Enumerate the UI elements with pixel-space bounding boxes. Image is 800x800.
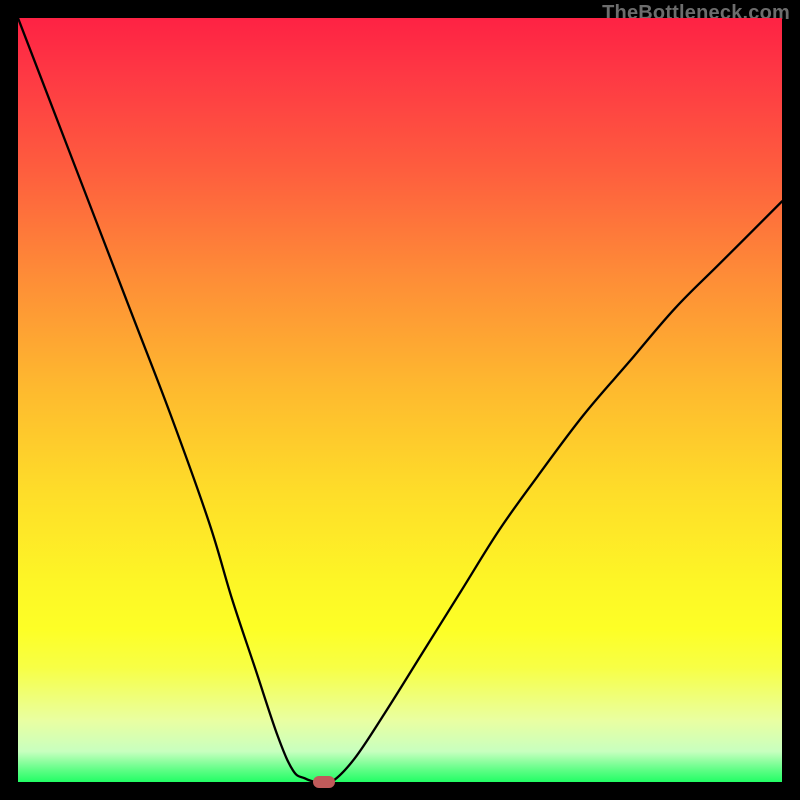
- plot-area: [18, 18, 782, 782]
- chart-frame: TheBottleneck.com: [0, 0, 800, 800]
- curve-path: [18, 18, 782, 782]
- curve-line: [18, 18, 782, 782]
- optimum-marker: [313, 776, 335, 788]
